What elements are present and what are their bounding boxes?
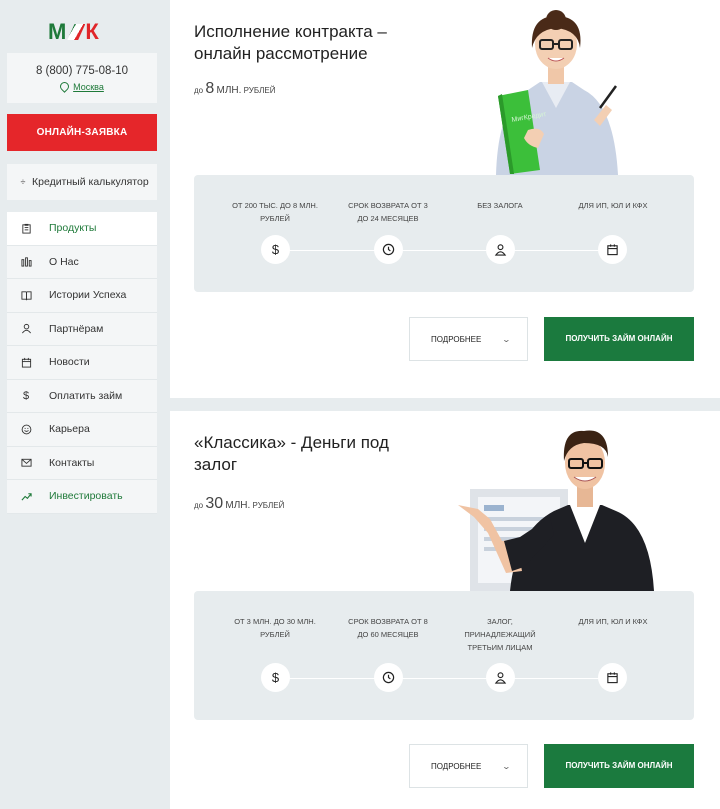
dollar-icon: $ [22, 389, 30, 402]
city-selector[interactable]: Москва [7, 80, 157, 93]
amount-prefix: до [194, 86, 204, 95]
product-card: «Классика» - Деньги под залог до 30 МЛН.… [170, 411, 720, 809]
mail-icon [19, 457, 33, 468]
sidebar-item-pay-loan[interactable]: $ Оплатить займ [7, 379, 157, 413]
calendar-icon [598, 663, 627, 692]
smile-icon [19, 424, 33, 435]
get-loan-online-button[interactable]: ПОЛУЧИТЬ ЗАЙМ ОНЛАЙН [544, 744, 694, 788]
sidebar-item-label: Новости [49, 356, 90, 369]
woman-with-folder-photo: МигКредит [488, 10, 624, 175]
get-loan-online-button[interactable]: ПОЛУЧИТЬ ЗАЙМ ОНЛАЙН [544, 317, 694, 361]
man-pointing-photo [450, 421, 672, 591]
sidebar-item-label: О Нас [49, 255, 79, 268]
logo-letter-right: К [85, 19, 100, 44]
sidebar-item-label: Партнёрам [49, 322, 104, 335]
book-icon [19, 290, 33, 301]
location-pin-icon [58, 80, 71, 93]
sidebar-item-invest[interactable]: Инвестировать [7, 480, 157, 514]
amount-unit: МЛН. [225, 500, 251, 511]
feature-text: ОТ 200 ТЫС. ДО 8 МЛН. РУБЛЕЙ [232, 201, 318, 223]
divide-icon: ÷ [20, 177, 26, 187]
sidebar-item-label: Контакты [49, 456, 95, 469]
credit-calculator-label: Кредитный калькулятор [32, 176, 149, 188]
user-icon [486, 235, 515, 264]
feature-text: БЕЗ ЗАЛОГА [477, 201, 523, 210]
card-amount: до 30 МЛН. РУБЛЕЙ [194, 495, 284, 513]
sidebar-item-partners[interactable]: Партнёрам [7, 312, 157, 346]
amount-suffix: РУБЛЕЙ [252, 501, 285, 510]
sidebar-item-contacts[interactable]: Контакты [7, 446, 157, 480]
contact-box: 8 (800) 775-08-10 Москва [7, 53, 157, 103]
more-details-button[interactable]: ПОДРОБНЕЕ ⌄ [409, 744, 528, 788]
sidebar-item-stories[interactable]: Истории Успеха [7, 279, 157, 313]
chevron-down-icon: ⌄ [501, 761, 512, 771]
amount-unit: МЛН. [216, 85, 242, 96]
credit-calculator-button[interactable]: ÷ Кредитный калькулятор [7, 164, 157, 200]
logo-letter-left: М [48, 19, 68, 44]
more-details-button[interactable]: ПОДРОБНЕЕ ⌄ [409, 317, 528, 361]
feature-text: ЗАЛОГ, ПРИНАДЛЕЖАЩИЙ ТРЕТЬИМ ЛИЦАМ [464, 617, 536, 652]
features-panel: ОТ 3 МЛН. ДО 30 МЛН. РУБЛЕЙ СРОК ВОЗВРАТ… [194, 591, 694, 720]
dollar-icon: $ [261, 663, 290, 692]
logo-flag-icon [67, 24, 86, 40]
sidebar-item-label: Продукты [49, 222, 97, 235]
amount-suffix: РУБЛЕЙ [243, 86, 276, 95]
calendar-icon [19, 357, 33, 368]
dollar-icon: $ [261, 235, 290, 264]
trend-icon [19, 491, 33, 502]
feature-text: СРОК ВОЗВРАТА ОТ 8 ДО 60 МЕСЯЦЕВ [348, 617, 428, 639]
features-panel: ОТ 200 ТЫС. ДО 8 МЛН. РУБЛЕЙ СРОК ВОЗВРА… [194, 175, 694, 292]
amount-value: 30 [205, 495, 224, 512]
card-title: Исполнение контракта – онлайн рассмотрен… [194, 22, 387, 63]
sidebar-item-news[interactable]: Новости [7, 346, 157, 380]
more-details-label: ПОДРОБНЕЕ [431, 761, 482, 771]
phone-number[interactable]: 8 (800) 775-08-10 [7, 65, 157, 77]
bars-icon [19, 256, 33, 267]
sidebar-nav: Продукты О Нас Истории Успеха Партнёрам … [7, 212, 157, 514]
logo[interactable]: МК [48, 19, 118, 44]
sidebar-item-label: Инвестировать [49, 490, 123, 503]
sidebar-item-label: Карьера [49, 423, 90, 436]
amount-value: 8 [205, 80, 215, 97]
more-details-label: ПОДРОБНЕЕ [431, 334, 482, 344]
city-label: Москва [73, 82, 104, 92]
card-amount: до 8 МЛН. РУБЛЕЙ [194, 80, 275, 98]
card-title: «Классика» - Деньги под залог [194, 433, 389, 474]
user-icon [19, 323, 33, 334]
calendar-icon [598, 235, 627, 264]
features-divider-line [275, 250, 615, 251]
sidebar-item-career[interactable]: Карьера [7, 413, 157, 447]
sidebar-item-label: Оплатить займ [49, 389, 123, 402]
feature-text: СРОК ВОЗВРАТА ОТ 3 ДО 24 МЕСЯЦЕВ [348, 201, 428, 223]
online-application-button[interactable]: ОНЛАЙН-ЗАЯВКА [7, 114, 157, 151]
chevron-down-icon: ⌄ [501, 334, 512, 344]
clock-icon [374, 663, 403, 692]
feature-text: ДЛЯ ИП, ЮЛ И КФХ [578, 201, 648, 210]
product-card: Исполнение контракта – онлайн рассмотрен… [170, 0, 720, 398]
feature-text: ОТ 3 МЛН. ДО 30 МЛН. РУБЛЕЙ [234, 617, 316, 639]
amount-prefix: до [194, 501, 204, 510]
user-icon [486, 663, 515, 692]
clipboard-icon [19, 223, 33, 234]
sidebar-item-label: Истории Успеха [49, 289, 127, 302]
features-divider-line [275, 678, 615, 679]
sidebar-item-about[interactable]: О Нас [7, 245, 157, 279]
sidebar-item-products[interactable]: Продукты [7, 212, 157, 246]
sidebar: МК 8 (800) 775-08-10 Москва ОНЛАЙН-ЗАЯВК… [0, 0, 170, 809]
feature-text: ДЛЯ ИП, ЮЛ И КФХ [578, 617, 648, 626]
clock-icon [374, 235, 403, 264]
